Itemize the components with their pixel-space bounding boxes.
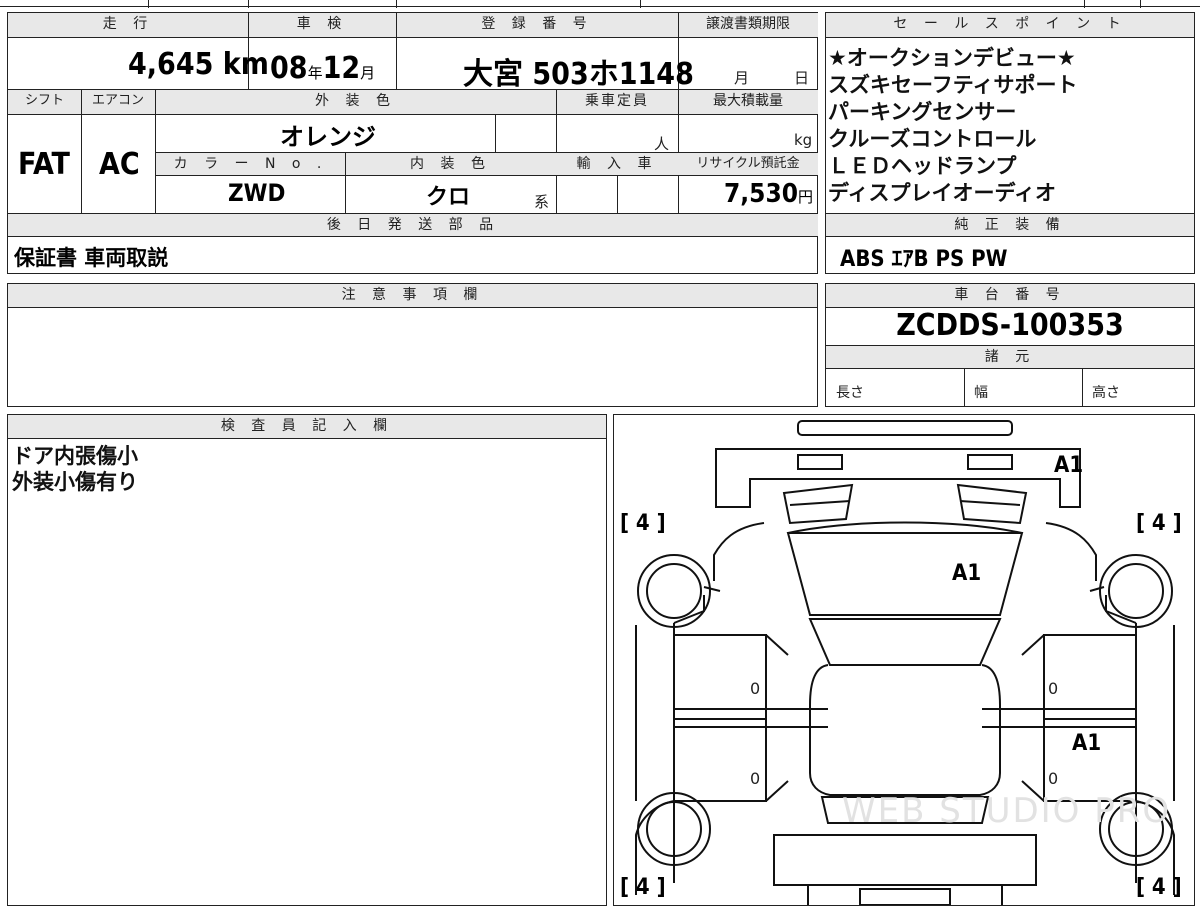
load-unit: kg [794, 131, 813, 149]
exterior-color-value: オレンジ [280, 123, 376, 151]
chassis-box: 車 台 番 号 ZCDDS-100353 諸 元 長さ 幅 高さ [825, 283, 1195, 407]
max-load-label: 最大積載量 [678, 90, 818, 114]
transfer-doc-label: 譲渡書類期限 [678, 13, 818, 37]
height-label: 高さ [1092, 385, 1120, 401]
notes-title: 注 意 事 項 欄 [8, 284, 817, 307]
recycle-label: リサイクル預託金 [678, 153, 818, 175]
mileage-unit: km [222, 47, 269, 82]
mileage-value: 4,645 km [128, 47, 269, 82]
zero-mark: 0 [1048, 769, 1059, 788]
sales-point: ★オークションデビュー★ [828, 46, 1076, 70]
month-unit: 月 [360, 64, 376, 82]
genuine-equipment-title: 純 正 装 備 [826, 214, 1194, 236]
recycle-unit: 円 [798, 188, 814, 206]
damage-code-hood: A1 [952, 561, 982, 586]
color-no-value: ZWD [228, 179, 286, 207]
later-parts-value: 保証書 車両取説 [14, 246, 169, 270]
exterior-color-label: 外 装 色 [155, 90, 556, 114]
import-label: 輸 入 車 [556, 153, 678, 175]
interior-color-value: クロ [426, 185, 471, 210]
color-no-label: カ ラ ー N o . [156, 153, 345, 175]
capacity-label: 乗車定員 [556, 90, 678, 114]
inspection-value: 08年12月 [270, 51, 375, 86]
inspection-month: 12 [322, 51, 361, 86]
inspector-notes: ドア内張傷小 外装小傷有り [12, 443, 138, 495]
ac-value: AC [99, 147, 140, 182]
sales-point: クルーズコントロール [828, 127, 1037, 151]
inspector-line: ドア内張傷小 [12, 444, 138, 468]
doc-day: 日 [794, 69, 810, 87]
chassis-number: ZCDDS-100353 [896, 308, 1124, 343]
ac-label: エアコン [81, 90, 155, 114]
chassis-title: 車 台 番 号 [826, 284, 1194, 307]
sales-points-box: セ ー ル ス ポ イ ン ト ★オークションデビュー★ スズキセーフティサポー… [825, 12, 1195, 274]
recycle-value: 7,530円 [724, 179, 813, 209]
mileage-number: 4,645 [128, 47, 214, 82]
top-strip [0, 0, 1200, 8]
sales-point: ディスプレイオーディオ [828, 181, 1057, 205]
watermark: WEB STUDIO PRO [842, 791, 1172, 831]
tire-front-right: [ 4 ] [1136, 511, 1182, 536]
shift-label: シフト [8, 90, 81, 114]
registration-label: 登 録 番 号 [396, 13, 678, 37]
car-diagram: [ 4 ] [ 4 ] [ 4 ] [ 4 ] A1 A1 A1 0 0 0 0… [613, 414, 1195, 906]
later-parts-label: 後 日 発 送 部 品 [8, 214, 818, 236]
shift-value: FAT [18, 147, 70, 182]
tire-front-left: [ 4 ] [620, 511, 666, 536]
inspection-year: 08 [270, 51, 308, 86]
zero-mark: 0 [1048, 679, 1059, 698]
damage-code-front: A1 [1054, 453, 1084, 478]
sales-points-title: セ ー ル ス ポ イ ン ト [826, 13, 1194, 37]
inspection-label: 車 検 [248, 13, 396, 37]
specs-title: 諸 元 [826, 346, 1194, 368]
car-outline-svg [635, 420, 1175, 905]
recycle-fee: 7,530 [724, 179, 798, 209]
year-unit: 年 [307, 64, 323, 82]
registration-value: 大宮 503ホ1148 [463, 57, 694, 92]
sales-points-list: ★オークションデビュー★ スズキセーフティサポート パーキングセンサー クルーズ… [828, 45, 1192, 207]
interior-suffix: 系 [534, 193, 550, 211]
sales-point: パーキングセンサー [828, 100, 1017, 124]
inspector-box: 検 査 員 記 入 欄 ドア内張傷小 外装小傷有り [7, 414, 607, 906]
sales-point: ＬＥＤヘッドランプ [828, 154, 1017, 178]
doc-month: 月 [734, 69, 750, 87]
zero-mark: 0 [750, 769, 761, 788]
tire-rear-right: [ 4 ] [1136, 875, 1182, 900]
width-label: 幅 [974, 385, 988, 401]
capacity-unit: 人 [654, 135, 670, 153]
inspector-title: 検 査 員 記 入 欄 [8, 415, 606, 438]
length-label: 長さ [836, 385, 864, 401]
inspector-line: 外装小傷有り [12, 470, 138, 494]
vehicle-info-table: 走 行 車 検 登 録 番 号 譲渡書類期限 4,645 km 08年12月 大… [7, 12, 818, 274]
notes-box: 注 意 事 項 欄 [7, 283, 818, 407]
genuine-equipment-value: ABS ｴｱB PS PW [840, 247, 1008, 272]
zero-mark: 0 [750, 679, 761, 698]
interior-color-label: 内 装 色 [345, 153, 556, 175]
damage-code-right-door: A1 [1072, 731, 1102, 756]
mileage-label: 走 行 [8, 13, 248, 37]
sales-point: スズキセーフティサポート [828, 73, 1078, 97]
tire-rear-left: [ 4 ] [620, 875, 666, 900]
